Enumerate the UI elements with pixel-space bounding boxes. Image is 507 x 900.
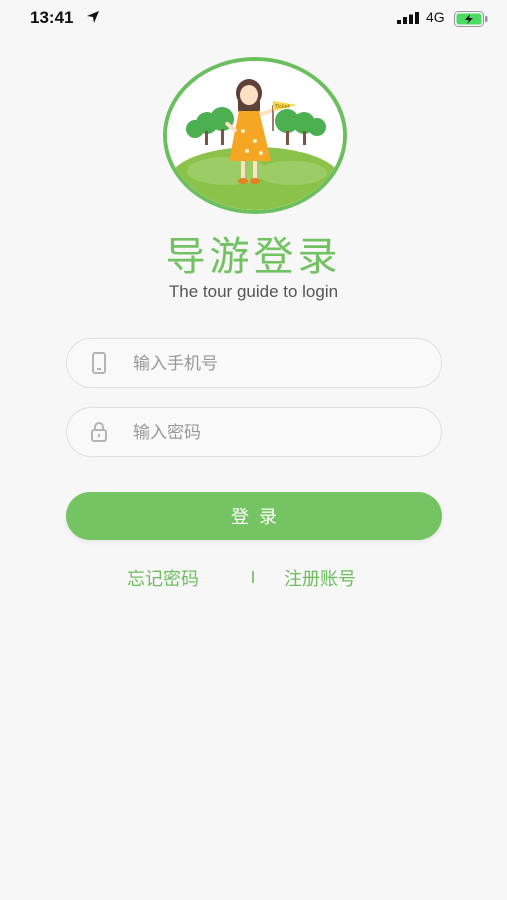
tour-guide-illustration: Ticket bbox=[167, 61, 343, 210]
lock-icon bbox=[91, 422, 107, 442]
register-link[interactable]: 注册账号 bbox=[284, 565, 356, 591]
page-title: 导游登录 bbox=[165, 234, 342, 280]
phone-field[interactable] bbox=[66, 338, 442, 389]
password-input[interactable] bbox=[131, 408, 425, 458]
flag-text: Ticket bbox=[274, 104, 290, 110]
signal-icon bbox=[397, 12, 419, 24]
status-time: 13:41 bbox=[30, 8, 74, 27]
forgot-password-link[interactable]: 忘记密码 bbox=[127, 565, 199, 591]
login-button[interactable]: 登录 bbox=[66, 492, 442, 540]
link-divider bbox=[252, 571, 254, 583]
phone-icon bbox=[92, 352, 106, 374]
battery-charging-icon bbox=[454, 11, 488, 27]
password-field[interactable] bbox=[66, 407, 442, 458]
phone-input[interactable] bbox=[131, 339, 425, 389]
avatar: Ticket bbox=[163, 57, 347, 214]
location-arrow-icon bbox=[87, 11, 99, 23]
status-bar: 13:41 4G bbox=[0, 0, 507, 40]
page-subtitle: The tour guide to login bbox=[168, 282, 339, 301]
network-type: 4G bbox=[426, 9, 445, 25]
